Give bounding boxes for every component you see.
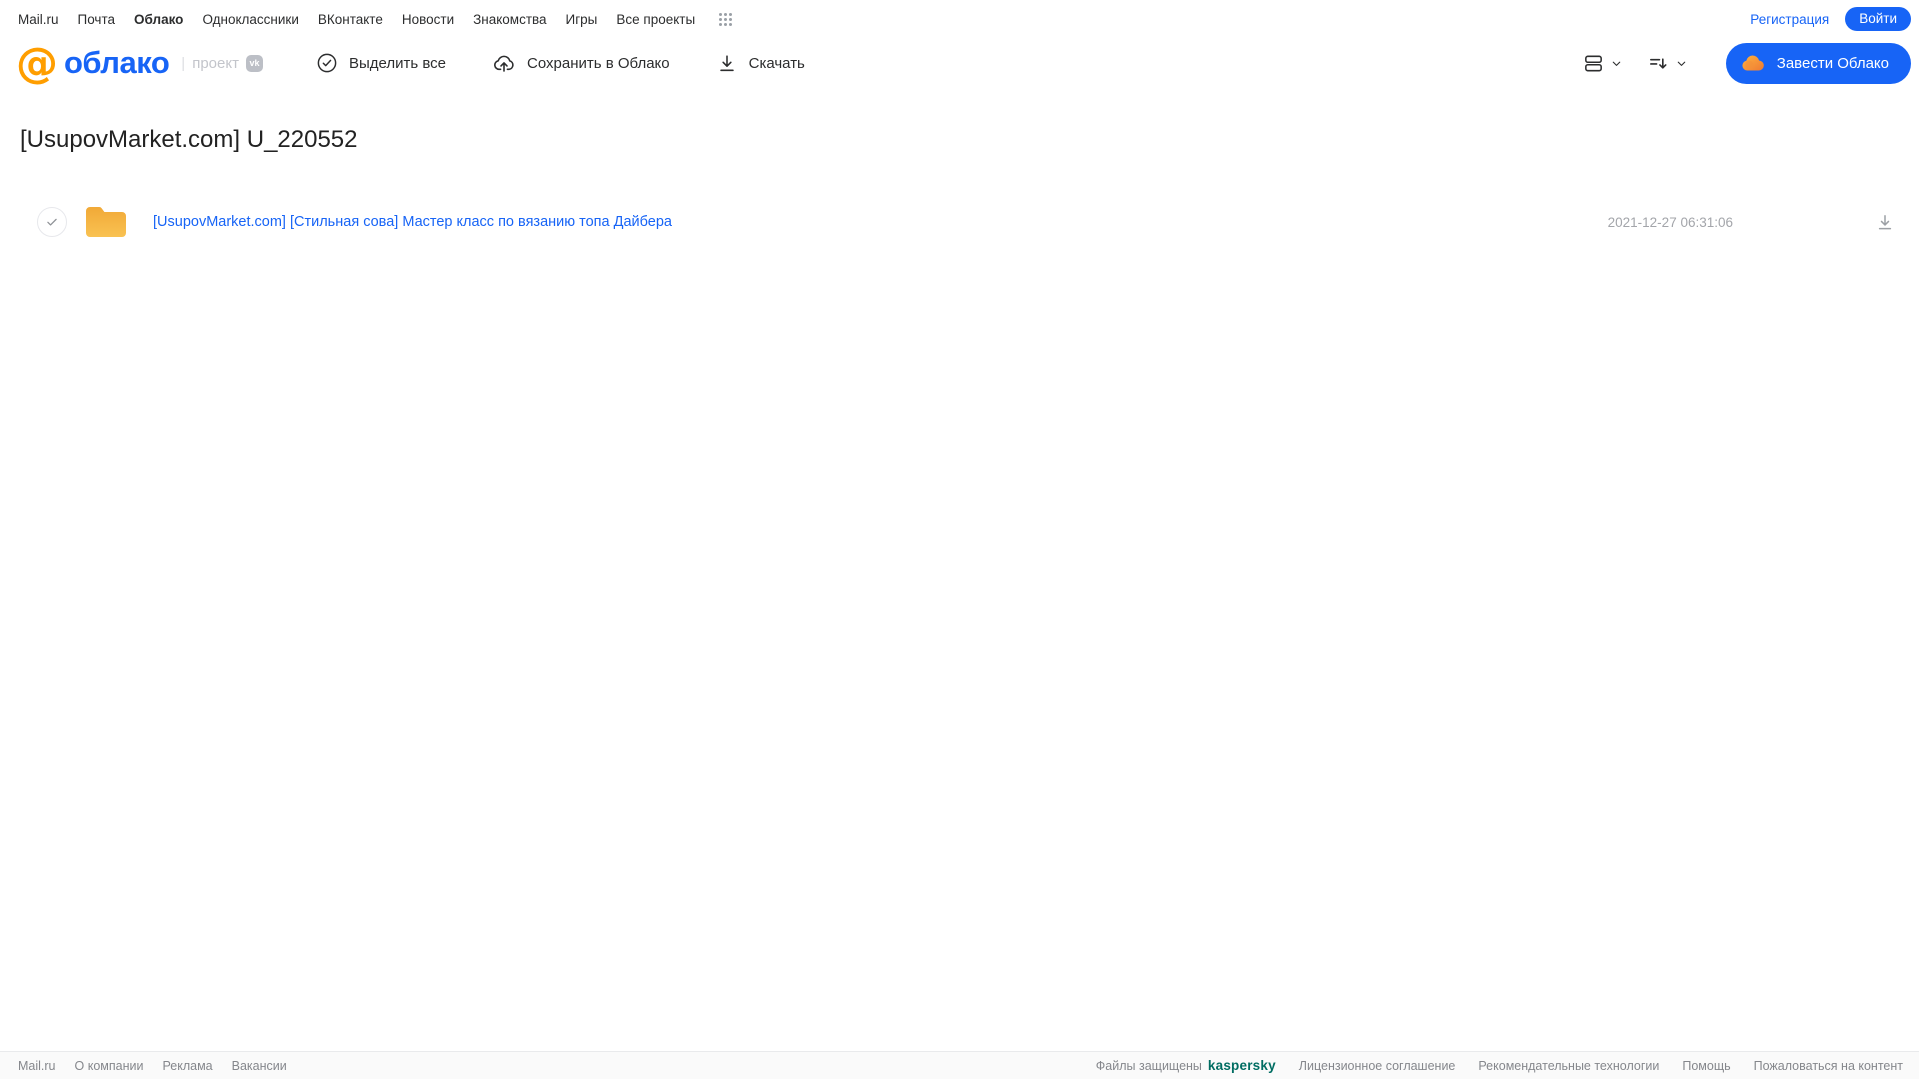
registration-link[interactable]: Регистрация bbox=[1750, 12, 1829, 27]
project-tag: | проект vk bbox=[181, 54, 263, 72]
kaspersky-protected: Файлы защищены kaspersky bbox=[1096, 1058, 1276, 1073]
portal-links: Mail.ru Почта Облако Одноклассники ВКонт… bbox=[18, 12, 733, 27]
footer-link-license[interactable]: Лицензионное соглашение bbox=[1299, 1059, 1456, 1073]
select-all-button[interactable]: Выделить все bbox=[316, 52, 446, 74]
select-all-label: Выделить все bbox=[349, 54, 447, 72]
chevron-down-icon bbox=[1610, 57, 1623, 70]
footer-link-reklama[interactable]: Реклама bbox=[162, 1059, 212, 1073]
sort-dropdown[interactable] bbox=[1647, 52, 1688, 75]
footer-link-vakansii[interactable]: Вакансии bbox=[232, 1059, 287, 1073]
portal-auth: Регистрация Войти bbox=[1750, 7, 1911, 31]
portal-nav: Mail.ru Почта Облако Одноклассники ВКонт… bbox=[0, 0, 1919, 34]
portal-link-mailru[interactable]: Mail.ru bbox=[18, 12, 59, 27]
footer-link-report-content[interactable]: Пожаловаться на контент bbox=[1754, 1059, 1903, 1073]
project-divider: | bbox=[181, 54, 186, 72]
cloud-toolbar: @ облако | проект vk Выделить все Сохран… bbox=[0, 34, 1919, 92]
portal-link-oblako[interactable]: Облако bbox=[134, 12, 183, 27]
toolbar-right: Завести Облако bbox=[1582, 42, 1911, 84]
apps-grid-icon[interactable] bbox=[718, 12, 733, 27]
sort-icon bbox=[1647, 52, 1670, 75]
save-to-cloud-label: Сохранить в Облако bbox=[527, 54, 670, 72]
footer-link-mailru[interactable]: Mail.ru bbox=[18, 1059, 56, 1073]
portal-link-igry[interactable]: Игры bbox=[566, 12, 598, 27]
footer-link-recommend-tech[interactable]: Рекомендательные технологии bbox=[1478, 1059, 1659, 1073]
portal-link-novosti[interactable]: Новости bbox=[402, 12, 454, 27]
portal-link-vkontakte[interactable]: ВКонтакте bbox=[318, 12, 383, 27]
chevron-down-icon bbox=[1675, 57, 1688, 70]
toolbar-actions: Выделить все Сохранить в Облако Скачать bbox=[316, 51, 805, 75]
download-icon bbox=[1878, 215, 1892, 230]
main-content: [UsupovMarket.com] U_220552 [UsupovMarke… bbox=[0, 126, 1919, 248]
footer-link-o-kompanii[interactable]: О компании bbox=[75, 1059, 144, 1073]
cloud-upload-icon bbox=[492, 51, 516, 75]
check-icon bbox=[47, 218, 57, 226]
footer-links-left: Mail.ru О компании Реклама Вакансии bbox=[18, 1059, 287, 1073]
footer: Mail.ru О компании Реклама Вакансии Файл… bbox=[0, 1051, 1919, 1079]
download-label: Скачать bbox=[748, 54, 805, 72]
get-cloud-button[interactable]: Завести Облако bbox=[1725, 42, 1911, 84]
file-row[interactable]: [UsupovMarket.com] [Стильная сова] Масте… bbox=[20, 196, 1919, 248]
portal-link-vse-proekty[interactable]: Все проекты bbox=[616, 12, 695, 27]
get-cloud-label: Завести Облако bbox=[1776, 54, 1889, 72]
download-button[interactable]: Скачать bbox=[716, 52, 805, 74]
portal-link-pochta[interactable]: Почта bbox=[78, 12, 116, 27]
portal-link-znakomstva[interactable]: Знакомства bbox=[473, 12, 546, 27]
portal-link-odnoklassniki[interactable]: Одноклассники bbox=[202, 12, 298, 27]
cloud-logo-text: облако bbox=[64, 45, 170, 80]
footer-link-help[interactable]: Помощь bbox=[1682, 1059, 1730, 1073]
kaspersky-logo: kaspersky bbox=[1207, 1058, 1276, 1073]
file-date: 2021-12-27 06:31:06 bbox=[1607, 214, 1733, 230]
project-label: проект bbox=[192, 54, 239, 72]
mailru-at-icon: @ bbox=[16, 38, 58, 87]
protected-label: Файлы защищены bbox=[1095, 1058, 1202, 1073]
footer-links-right: Файлы защищены kaspersky Лицензионное со… bbox=[1096, 1058, 1903, 1073]
list-view-icon bbox=[1582, 52, 1605, 75]
check-circle-icon bbox=[316, 52, 338, 74]
folder-icon bbox=[84, 204, 128, 240]
page-title: [UsupovMarket.com] U_220552 bbox=[20, 126, 358, 153]
row-download-button[interactable] bbox=[1875, 212, 1895, 232]
row-checkbox[interactable] bbox=[37, 207, 67, 237]
file-list: [UsupovMarket.com] [Стильная сова] Масте… bbox=[20, 196, 1919, 248]
vk-badge-icon: vk bbox=[245, 54, 263, 72]
download-icon bbox=[716, 52, 738, 74]
cloud-color-icon bbox=[1739, 50, 1766, 77]
cloud-logo[interactable]: @ облако | проект vk bbox=[16, 38, 316, 87]
file-name-link[interactable]: [UsupovMarket.com] [Стильная сова] Масте… bbox=[153, 214, 672, 230]
login-button[interactable]: Войти bbox=[1845, 7, 1911, 31]
save-to-cloud-button[interactable]: Сохранить в Облако bbox=[492, 51, 670, 75]
view-mode-dropdown[interactable] bbox=[1582, 52, 1623, 75]
